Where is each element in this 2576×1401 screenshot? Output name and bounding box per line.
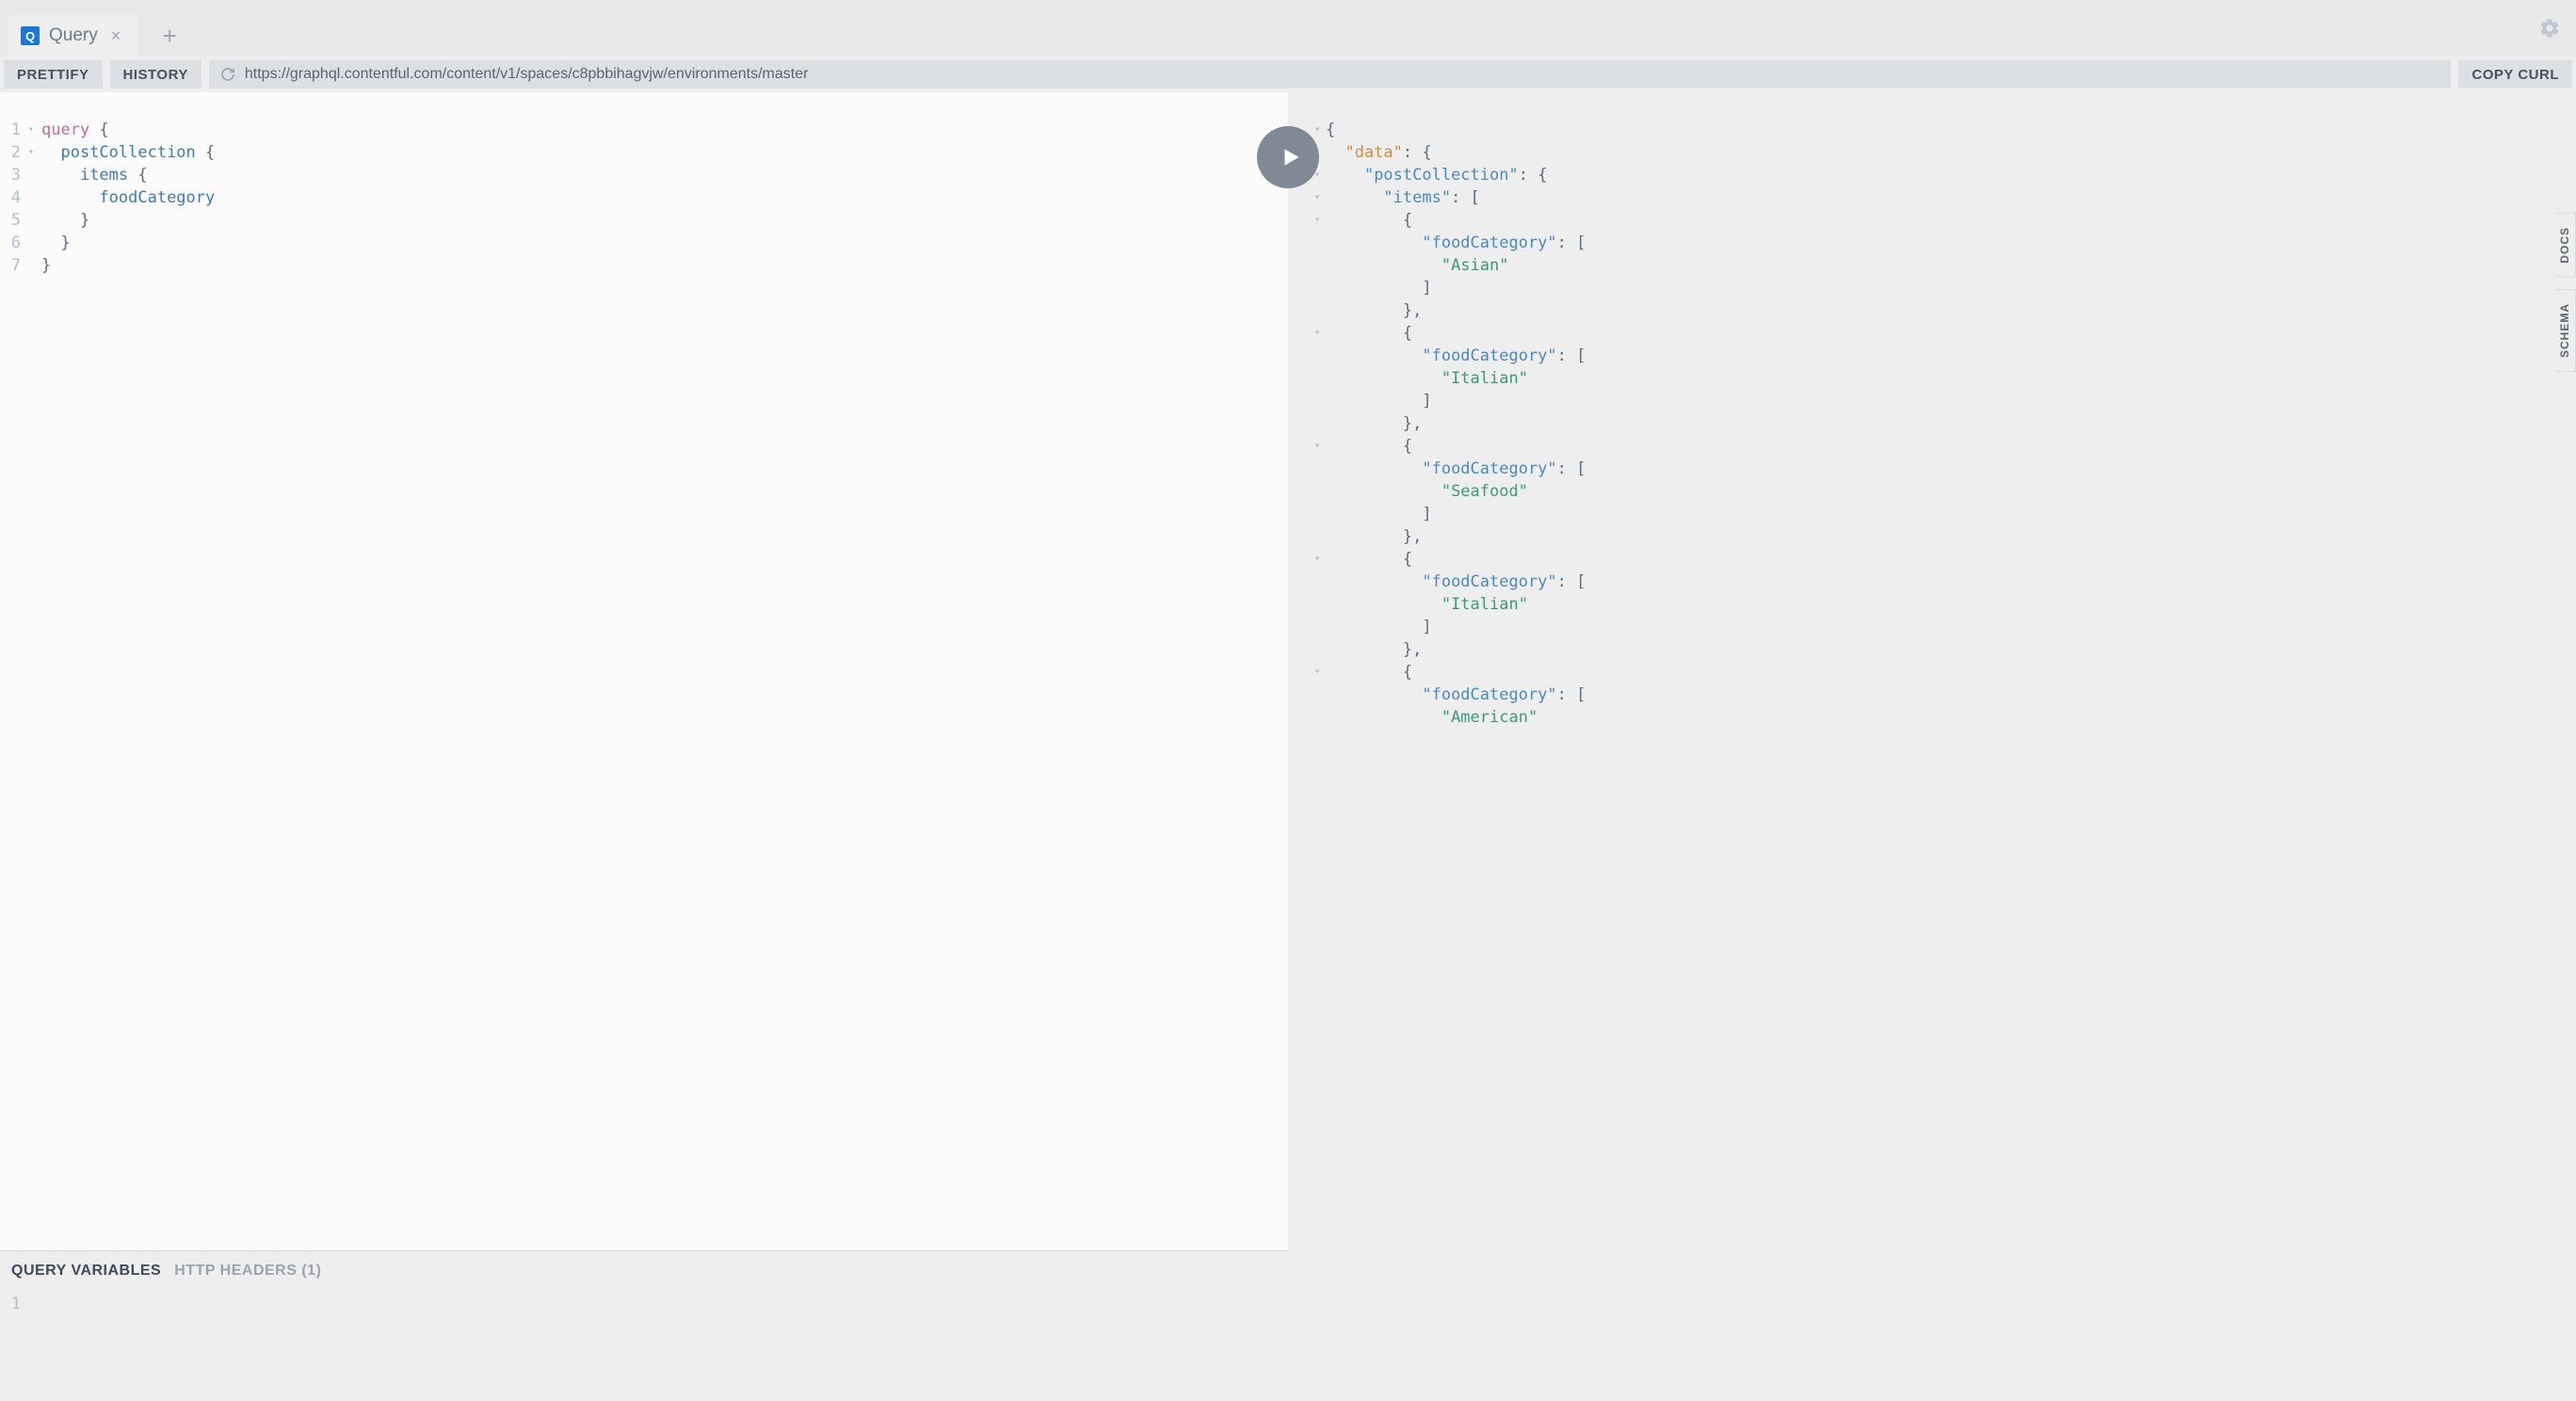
tab-http-headers[interactable]: HTTP HEADERS (1)	[174, 1263, 321, 1280]
play-icon	[1279, 145, 1303, 169]
copy-curl-button[interactable]: COPY CURL	[2458, 60, 2572, 89]
docs-tab[interactable]: DOCS	[2554, 213, 2576, 278]
tab-title: Query	[49, 25, 98, 46]
close-icon[interactable]: ×	[107, 26, 125, 46]
execute-button[interactable]	[1257, 126, 1319, 188]
reload-icon[interactable]	[220, 67, 235, 82]
schema-tab[interactable]: SCHEMA	[2554, 289, 2576, 372]
prettify-button[interactable]: PRETTIFY	[4, 60, 103, 89]
tab-query-variables[interactable]: QUERY VARIABLES	[11, 1263, 161, 1280]
variables-editor[interactable]: 1	[0, 1287, 1288, 1401]
endpoint-input[interactable]	[245, 66, 2440, 83]
toolbar: PRETTIFY HISTORY COPY CURL	[0, 56, 2576, 92]
history-button[interactable]: HISTORY	[110, 60, 201, 89]
variables-panel: QUERY VARIABLES HTTP HEADERS (1) 1	[0, 1250, 1288, 1401]
gear-icon[interactable]	[2538, 17, 2561, 44]
url-bar	[209, 60, 2452, 89]
query-icon: Q	[21, 26, 40, 45]
tab-query[interactable]: Q Query ×	[8, 15, 137, 56]
query-editor[interactable]: 1234567 ▾▾ query { postCollection { item…	[0, 92, 1288, 1250]
tab-bar: Q Query × +	[0, 0, 2576, 56]
response-viewer[interactable]: ▾{▾ "data": {▾ "postCollection": {▾ "ite…	[1288, 92, 2576, 1401]
add-tab-button[interactable]: +	[153, 19, 186, 53]
